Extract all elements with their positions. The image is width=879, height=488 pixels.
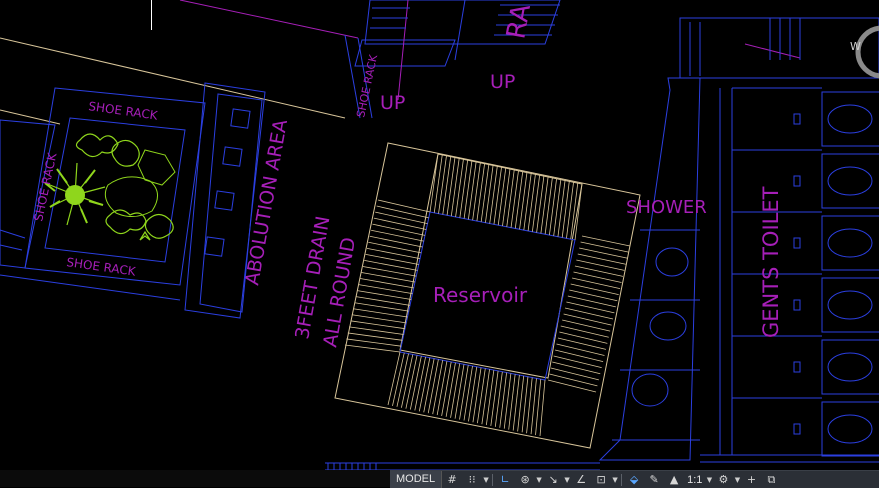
- label-ra: RA: [501, 2, 537, 42]
- label-reservoir: Reservoir: [433, 283, 528, 307]
- chevron-down-icon[interactable]: ▼: [482, 476, 490, 484]
- chevron-down-icon[interactable]: ▼: [705, 476, 713, 484]
- label-up-right: UP: [490, 71, 515, 93]
- reservoir-steps-right: [547, 235, 631, 393]
- status-bar: MODEL # ⁝⁝ ▼ ∟ ⊛ ▼ ↘ ▼ ∠ ⊡ ▼ ⬙ ✎ ▲ 1:1 ▼…: [0, 470, 879, 488]
- selection-cycling-icon[interactable]: ⊡: [591, 471, 611, 488]
- status-bar-controls: MODEL # ⁝⁝ ▼ ∟ ⊛ ▼ ↘ ▼ ∠ ⊡ ▼ ⬙ ✎ ▲ 1:1 ▼…: [390, 470, 879, 488]
- object-track-icon[interactable]: ∠: [571, 471, 591, 488]
- annotation-scale-icon[interactable]: ▲: [664, 471, 684, 488]
- viewcube[interactable]: W: [850, 8, 879, 84]
- label-shoe-rack-small: SHOE RACK: [354, 53, 380, 119]
- osnap-icon[interactable]: ↘: [543, 471, 563, 488]
- workspace-gear-icon[interactable]: ⚙: [713, 471, 733, 488]
- divider: [492, 473, 494, 486]
- toilet-block: [598, 17, 879, 463]
- reservoir-steps-left: [344, 199, 431, 353]
- chevron-down-icon[interactable]: ▼: [535, 476, 543, 484]
- label-gents-toilet: GENTS TOILET: [759, 186, 783, 338]
- chevron-down-icon[interactable]: ▼: [563, 476, 571, 484]
- grid-icon[interactable]: #: [442, 471, 462, 488]
- compass-west-label: W: [850, 40, 861, 53]
- label-shoe-rack-bottom: SHOE RACK: [66, 255, 138, 279]
- drawing-canvas[interactable]: SHOE RACK SHOE RACK SHOE RACK ABOLUTION …: [0, 0, 879, 470]
- snap-icon[interactable]: ⁝⁝: [462, 471, 482, 488]
- annotation-visibility-icon[interactable]: ⬙: [624, 471, 644, 488]
- viewports-icon[interactable]: ⧉: [761, 471, 781, 488]
- label-shower: SHOWER: [626, 197, 707, 218]
- label-shoe-rack-top: SHOE RACK: [88, 99, 160, 123]
- chevron-down-icon[interactable]: ▼: [611, 476, 619, 484]
- model-space-tab[interactable]: MODEL: [390, 471, 443, 488]
- chevron-down-icon[interactable]: ▼: [733, 476, 741, 484]
- plus-icon[interactable]: +: [741, 471, 761, 488]
- ortho-icon[interactable]: ∟: [495, 471, 515, 488]
- label-abolution-area: ABOLUTION AREA: [241, 118, 292, 287]
- compass-ring-icon: [855, 25, 879, 79]
- bottom-steps: [325, 462, 600, 470]
- annotation-auto-icon[interactable]: ✎: [644, 471, 664, 488]
- annotation-scale-value[interactable]: 1:1: [684, 474, 705, 486]
- boundary-lines: [0, 0, 373, 125]
- polar-icon[interactable]: ⊛: [515, 471, 535, 488]
- label-up-left: UP: [380, 92, 405, 114]
- crosshair-cursor: [151, 0, 152, 30]
- cad-drawing[interactable]: SHOE RACK SHOE RACK SHOE RACK ABOLUTION …: [0, 0, 879, 470]
- divider: [621, 473, 623, 486]
